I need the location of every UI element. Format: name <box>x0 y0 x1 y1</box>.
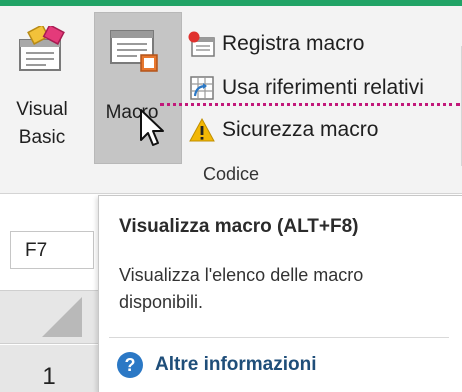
group-label-code: Codice <box>202 164 260 184</box>
select-all-corner[interactable] <box>0 290 98 344</box>
macro-security-label: Sicurezza macro <box>222 118 379 141</box>
visual-basic-label-line2: Basic <box>18 127 66 148</box>
more-info-label: Altre informazioni <box>155 354 317 375</box>
record-macro-button[interactable]: Registra macro <box>188 26 364 62</box>
macro-icon <box>110 30 158 72</box>
screentip-title: Visualizza macro (ALT+F8) <box>119 216 359 237</box>
relative-references-icon <box>188 74 216 102</box>
screentip-description: Visualizza l'elenco delle macro disponib… <box>119 265 364 312</box>
row-header-1[interactable]: 1 <box>0 345 98 392</box>
record-macro-label: Registra macro <box>222 32 365 55</box>
more-info-link[interactable]: ? Altre informazioni <box>117 352 317 378</box>
warning-icon <box>188 116 216 144</box>
annotation-dotted-line <box>160 103 460 106</box>
screentip-view-macros: Visualizza macro (ALT+F8) Visualizza l'e… <box>98 195 462 392</box>
select-all-triangle <box>42 297 82 337</box>
record-macro-icon <box>188 30 216 58</box>
visual-basic-icon <box>19 26 65 71</box>
relative-references-button[interactable]: Usa riferimenti relativi <box>188 70 424 106</box>
name-box[interactable]: F7 <box>10 231 94 269</box>
relative-references-label: Usa riferimenti relativi <box>222 76 424 99</box>
visual-basic-button[interactable]: Visual Basic <box>4 12 80 164</box>
macro-security-button[interactable]: Sicurezza macro <box>188 112 378 148</box>
visual-basic-label-line1: Visual <box>16 99 68 120</box>
screentip-divider <box>109 337 449 338</box>
ribbon-code-group: Visual Basic Macro Registra macro Usa ri… <box>0 6 462 194</box>
mouse-pointer-icon <box>140 109 164 146</box>
help-icon: ? <box>117 352 143 378</box>
